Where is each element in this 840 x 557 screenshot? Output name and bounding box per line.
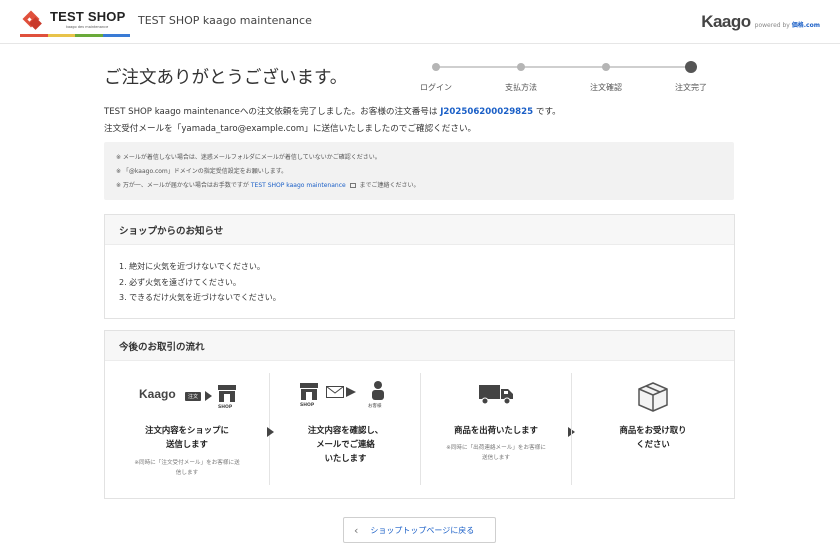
kaago-mini-logo: Kaago xyxy=(139,387,176,401)
shop-news-list: 1. 絶対に火気を近づけないでください。 2. 必ず火気を遠ざけてください。 3… xyxy=(105,245,734,306)
flow-step-4-title: 商品をお受け取り ください xyxy=(572,423,734,451)
confirm-order-illustration: SHOP お客様 xyxy=(299,377,399,413)
transaction-flow: Kaago 注文 SHOP 注文内容をショップに 送信します ※同時に「注文受付メ… xyxy=(105,361,734,487)
news-item: 2. 必ず火気を遠ざけてください。 xyxy=(119,277,241,287)
shop-contact-link[interactable]: TEST SHOP kaago maintenance xyxy=(251,182,346,189)
powered-by: powered by 価格.com xyxy=(755,20,820,29)
header: TEST SHOP kaago dev maintenance TEST SHO… xyxy=(0,0,840,44)
flow-step-3-note: ※同時に「出荷連絡メール」をお客様に 送信します xyxy=(421,443,571,463)
kaago-brand[interactable]: Kaago powered by 価格.com xyxy=(701,12,820,32)
flow-step-3-note-line-1: ※同時に「出荷連絡メール」をお客様に xyxy=(446,445,546,451)
transaction-flow-heading: 今後のお取引の流れ xyxy=(105,331,734,361)
external-window-icon xyxy=(349,183,356,188)
notice-line-3-before: ※ 万が一、メールが届かない場合はお手数ですが xyxy=(116,182,249,189)
logo-bar-red xyxy=(20,34,48,37)
logo-subtext: kaago dev maintenance xyxy=(66,25,109,29)
shop-logo-mark-icon xyxy=(22,10,42,30)
flow-step-confirm-order: SHOP お客様 注文内容を確認し、 メールでご連絡 いたします xyxy=(271,373,420,485)
flow-step-2-title-line-2: メールでご連絡 xyxy=(316,439,375,449)
step-label-complete: 注文完了 xyxy=(675,83,707,92)
step-label-payment: 支払方法 xyxy=(505,83,537,92)
flow-step-4-title-line-2: ください xyxy=(636,439,670,449)
package-box-icon xyxy=(638,382,668,412)
shop-news-heading: ショップからのお知らせ xyxy=(105,215,734,245)
flow-step-2-title: 注文内容を確認し、 メールでご連絡 いたします xyxy=(271,423,420,465)
transaction-flow-panel: 今後のお取引の流れ Kaago 注文 SHOP 注文内容をショップに 送信します … xyxy=(104,330,735,499)
powered-by-brand: 価格.com xyxy=(791,22,820,29)
message-text-after: です。 xyxy=(535,107,561,117)
logo-text: TEST SHOP xyxy=(50,9,126,24)
email-sent-message: 注文受付メールを「yamada_taro@example.com」に送信いたしま… xyxy=(104,124,477,134)
flow-step-1-note-line-2: 信します xyxy=(175,470,199,476)
shop-label: SHOP xyxy=(300,403,315,408)
flow-step-4-title-line-1: 商品をお受け取り xyxy=(619,425,687,435)
news-item: 3. できるだけ火気を近づけないでください。 xyxy=(119,293,281,302)
notice-line-2: ※ 「@kaago.com」ドメインの指定受信設定をお願いします。 xyxy=(116,168,288,175)
step-dot-login xyxy=(432,63,440,71)
step-dot-confirm xyxy=(602,63,610,71)
flow-step-receive: 商品をお受け取り ください xyxy=(572,373,734,485)
back-button-label: ショップトップページに戻る xyxy=(370,525,475,535)
step-dot-payment xyxy=(517,63,525,71)
flow-step-send-order: Kaago 注文 SHOP 注文内容をショップに 送信します ※同時に「注文受付メ… xyxy=(105,373,269,485)
order-chip-icon: 注文 xyxy=(185,392,202,401)
shop-store-icon xyxy=(218,385,236,402)
order-number: J202506200029825 xyxy=(440,107,534,117)
customer-label: お客様 xyxy=(368,404,382,409)
mail-notice-box: ※ メールが着信しない場合は、迷惑メールフォルダにメールが着信していないかご確認… xyxy=(104,142,734,200)
logo-bar-yellow xyxy=(47,34,75,37)
flow-step-1-note: ※同時に「注文受付メール」をお客様に送 信します xyxy=(105,458,269,478)
powered-by-text: powered by xyxy=(754,22,790,29)
notice-line-3: ※ 万が一、メールが届かない場合はお手数ですが TEST SHOP kaago … xyxy=(116,180,420,189)
shop-news-panel: ショップからのお知らせ 1. 絶対に火気を近づけないでください。 2. 必ず火気… xyxy=(104,214,735,319)
delivery-truck-icon xyxy=(479,385,513,405)
shop-name: TEST SHOP kaago maintenance xyxy=(138,14,312,27)
flow-step-2-title-line-1: 注文内容を確認し、 xyxy=(307,425,384,435)
shop-label: SHOP xyxy=(218,405,233,410)
news-item: 1. 絶対に火気を近づけないでください。 xyxy=(119,262,265,271)
flow-step-1-note-line-1: ※同時に「注文受付メール」をお客様に送 xyxy=(134,460,240,466)
checkout-steps: ログイン 支払方法 注文確認 注文完了 xyxy=(412,58,722,98)
shop-logo[interactable]: TEST SHOP kaago dev maintenance xyxy=(20,8,132,38)
mail-envelope-icon xyxy=(326,386,344,398)
notice-line-3-after: までご連絡ください。 xyxy=(359,182,420,189)
step-label-login: ログイン xyxy=(420,83,452,92)
back-to-shop-top-button[interactable]: ‹ ショップトップページに戻る xyxy=(343,517,496,543)
flow-step-1-title-line-2: 送信します xyxy=(166,439,208,449)
step-line xyxy=(436,66,692,68)
page-title: ご注文ありがとうございます。 xyxy=(104,68,348,88)
notice-line-1: ※ メールが着信しない場合は、迷惑メールフォルダにメールが着信していないかご確認… xyxy=(116,154,381,161)
flow-step-2-title-line-3: いたします xyxy=(324,453,367,463)
message-text-before: TEST SHOP kaago maintenanceへの注文依頼を完了しました… xyxy=(104,107,438,117)
step-label-confirm: 注文確認 xyxy=(590,83,622,92)
kaago-logo: Kaago xyxy=(701,12,751,31)
flow-step-1-title-line-1: 注文内容をショップに xyxy=(145,425,229,435)
flow-step-3-note-line-2: 送信します xyxy=(482,455,510,461)
order-complete-message: TEST SHOP kaago maintenanceへの注文依頼を完了しました… xyxy=(104,105,561,117)
arrow-right-icon xyxy=(346,387,356,397)
logo-color-bar xyxy=(20,34,130,37)
customer-person-icon xyxy=(372,381,384,400)
shop-store-icon xyxy=(300,383,318,400)
flow-step-ship: 商品を出荷いたします ※同時に「出荷連絡メール」をお客様に 送信します xyxy=(421,373,571,485)
flow-step-3-title: 商品を出荷いたします xyxy=(454,425,538,435)
logo-bar-green xyxy=(75,34,103,37)
chevron-left-icon: ‹ xyxy=(354,523,359,537)
flow-step-1-title: 注文内容をショップに 送信します xyxy=(105,423,269,451)
arrow-right-icon xyxy=(205,391,212,401)
send-order-illustration: Kaago 注文 SHOP xyxy=(139,383,239,413)
logo-bar-blue xyxy=(102,34,130,37)
step-dot-complete xyxy=(685,61,697,73)
